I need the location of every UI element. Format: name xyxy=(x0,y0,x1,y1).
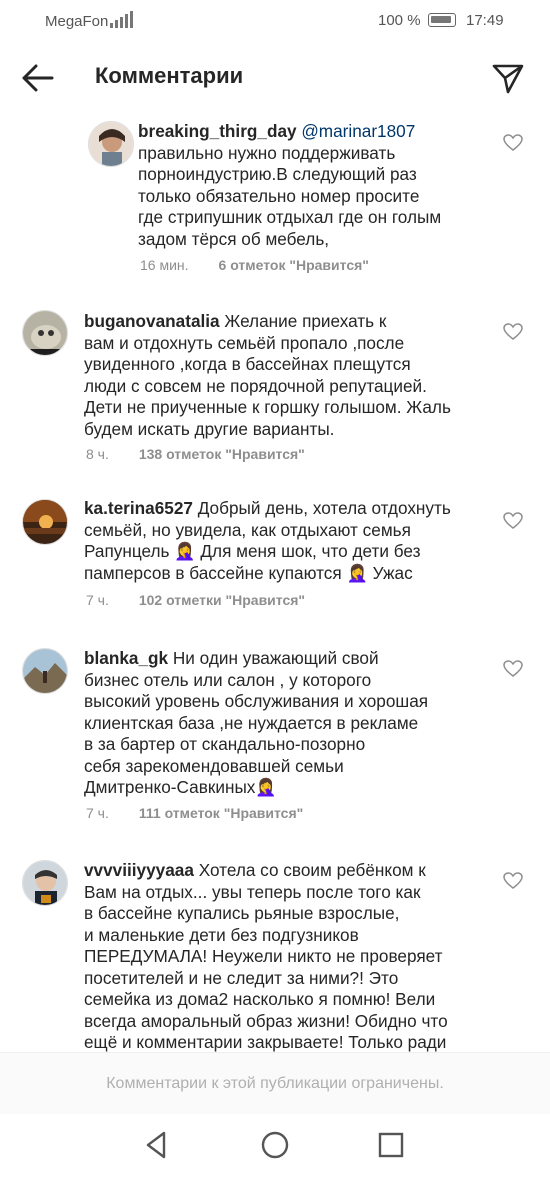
comment-text: blanka_gk Ни один уважающий свой бизнес … xyxy=(84,648,494,799)
comment-item: vvvviiiyyyaaa Хотела со своим ребёнком к… xyxy=(0,857,550,1052)
square-recents-icon[interactable] xyxy=(374,1128,408,1162)
comments-limited-text: Комментарии к этой публикации ограничены… xyxy=(106,1075,444,1092)
signal-icon xyxy=(110,11,133,28)
comment-body: правильно нужно поддерживать порноиндуст… xyxy=(138,142,442,249)
page-title: Комментарии xyxy=(95,63,244,88)
comment-username[interactable]: vvvviiiyyyaaa xyxy=(84,860,194,880)
battery-percent: 100 % xyxy=(378,12,421,29)
comment-time: 7 ч. xyxy=(86,805,109,821)
comment-likes[interactable]: 138 отметок "Нравится" xyxy=(139,446,305,462)
avatar[interactable] xyxy=(22,860,68,906)
paper-plane-icon[interactable] xyxy=(490,60,526,96)
heart-icon[interactable] xyxy=(503,134,523,152)
heart-icon[interactable] xyxy=(503,512,523,530)
comment-username[interactable]: buganovanatalia xyxy=(84,311,220,331)
comment-time: 8 ч. xyxy=(86,446,109,462)
circle-home-icon[interactable] xyxy=(258,1128,292,1162)
comment-text: breaking_thirg_day @marinar1807 правильн… xyxy=(138,121,488,250)
comment-body: Хотела со своим ребёнком к Вам на отдых.… xyxy=(84,860,448,1052)
comment-mention[interactable]: @marinar1807 xyxy=(301,121,415,141)
comment-item: breaking_thirg_day @marinar1807 правильн… xyxy=(0,118,550,288)
comment-meta: 8 ч. 138 отметок "Нравится" xyxy=(86,446,305,462)
comments-limited-bar: Комментарии к этой публикации ограничены… xyxy=(0,1052,550,1115)
header: Комментарии xyxy=(0,50,550,106)
comment-username[interactable]: blanka_gk xyxy=(84,648,168,668)
clock: 17:49 xyxy=(466,12,504,29)
status-bar: MegaFon 100 % 17:49 xyxy=(0,0,550,44)
comment-item: blanka_gk Ни один уважающий свой бизнес … xyxy=(0,645,550,835)
comment-meta: 16 мин. 6 отметок "Нравится" xyxy=(140,257,369,273)
comment-meta: 7 ч. 102 отметки "Нравится" xyxy=(86,592,305,608)
comment-username[interactable]: breaking_thirg_day xyxy=(138,121,297,141)
arrow-left-icon[interactable] xyxy=(18,60,58,96)
comment-item: ka.terina6527 Добрый день, хотела отдохн… xyxy=(0,495,550,625)
avatar[interactable] xyxy=(88,121,134,167)
heart-icon[interactable] xyxy=(503,660,523,678)
comment-likes[interactable]: 6 отметок "Нравится" xyxy=(219,257,369,273)
avatar[interactable] xyxy=(22,310,68,356)
triangle-back-icon[interactable] xyxy=(140,1128,174,1162)
comment-text: vvvviiiyyyaaa Хотела со своим ребёнком к… xyxy=(84,860,494,1054)
comment-time: 16 мин. xyxy=(140,257,189,273)
avatar[interactable] xyxy=(22,648,68,694)
system-nav-bar xyxy=(0,1114,550,1177)
comment-body: Ни один уважающий свой бизнес отель или … xyxy=(84,648,429,797)
comment-text: ka.terina6527 Добрый день, хотела отдохн… xyxy=(84,498,494,584)
comment-item: buganovanatalia Желание приехать к вам и… xyxy=(0,308,550,478)
comment-likes[interactable]: 111 отметок "Нравится" xyxy=(139,805,303,821)
avatar[interactable] xyxy=(22,499,68,545)
comment-likes[interactable]: 102 отметки "Нравится" xyxy=(139,592,305,608)
comment-time: 7 ч. xyxy=(86,592,109,608)
battery-icon xyxy=(428,13,456,27)
heart-icon[interactable] xyxy=(503,872,523,890)
comment-text: buganovanatalia Желание приехать к вам и… xyxy=(84,311,494,440)
heart-icon[interactable] xyxy=(503,323,523,341)
carrier-name: MegaFon xyxy=(45,13,109,30)
comment-username[interactable]: ka.terina6527 xyxy=(84,498,193,518)
comment-meta: 7 ч. 111 отметок "Нравится" xyxy=(86,805,303,821)
